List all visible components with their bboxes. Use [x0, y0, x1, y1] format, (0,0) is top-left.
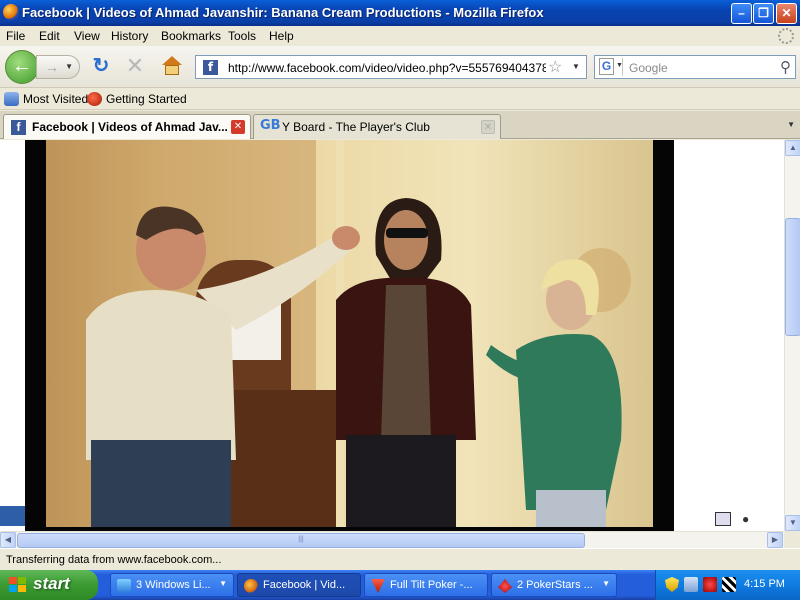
start-label: start [33, 574, 70, 593]
history-dropdown-icon[interactable]: ▼ [65, 56, 73, 78]
chevron-down-icon: ▼ [219, 579, 227, 588]
tab-close-icon[interactable]: ✕ [481, 120, 495, 134]
stop-button[interactable]: ✕ [123, 55, 147, 79]
folder-icon [4, 92, 19, 106]
site-favicon-icon: f [203, 60, 218, 75]
network-icon[interactable] [684, 577, 698, 592]
antivirus-icon[interactable] [703, 577, 717, 592]
security-shield-icon[interactable] [665, 577, 679, 592]
page-content: ● [0, 140, 784, 531]
tray-app-icon[interactable] [722, 577, 736, 592]
maximize-button[interactable]: ❐ [753, 3, 774, 24]
clock[interactable]: 4:15 PM [744, 578, 785, 590]
tab-facebook[interactable]: f Facebook | Videos of Ahmad Jav... ✕ [3, 114, 251, 139]
status-bar: Transferring data from www.facebook.com.… [0, 548, 800, 570]
video-scene-drawing [46, 140, 631, 527]
bookmarks-toolbar: Most Visited Getting Started [0, 88, 800, 110]
taskbar-item-windows-live[interactable]: 3 Windows Li... ▼ [110, 573, 234, 597]
firefox-bookmark-icon [87, 92, 102, 106]
tab-label: Facebook | Videos of Ahmad Jav... [32, 120, 228, 134]
pokerstars-icon [498, 579, 512, 593]
maximize-icon: ❐ [758, 6, 769, 20]
menu-tools[interactable]: Tools [228, 29, 256, 43]
menu-bookmarks[interactable]: Bookmarks [161, 29, 221, 43]
firefox-window: Facebook | Videos of Ahmad Javanshir: Ba… [0, 0, 800, 600]
scrollbar-corner [784, 531, 800, 548]
menu-bar: File Edit View History Bookmarks Tools H… [0, 26, 800, 46]
page-edge-element [0, 506, 25, 526]
video-frame-image [46, 140, 653, 527]
tab-strip: f Facebook | Videos of Ahmad Jav... ✕ GB… [0, 111, 800, 139]
scroll-down-icon[interactable]: ▼ [785, 515, 800, 531]
horizontal-scroll-thumb[interactable]: ||| [17, 533, 585, 548]
taskbar-item-pokerstars[interactable]: 2 PokerStars ... ▼ [491, 573, 617, 597]
full-tilt-icon [371, 579, 385, 593]
title-bar[interactable]: Facebook | Videos of Ahmad Javanshir: Ba… [0, 0, 800, 26]
search-bar[interactable]: G ▼ Google ⚲ [594, 55, 796, 79]
stop-icon: ✕ [125, 53, 145, 78]
search-input[interactable]: Google [629, 61, 668, 75]
taskbar-item-full-tilt[interactable]: Full Tilt Poker -... [364, 573, 488, 597]
window-title: Facebook | Videos of Ahmad Javanshir: Ba… [22, 5, 544, 20]
reload-icon: ↻ [92, 55, 110, 77]
menu-view[interactable]: View [74, 29, 100, 43]
windows-flag-icon [9, 577, 27, 593]
horizontal-scrollbar[interactable]: ◀ ||| ▶ [0, 531, 784, 548]
search-icon[interactable]: ⚲ [780, 58, 791, 76]
reload-button[interactable]: ↻ [89, 55, 113, 79]
search-engine-selector[interactable]: G ▼ [597, 58, 623, 76]
vertical-scroll-thumb[interactable] [785, 218, 800, 336]
google-icon: G [599, 58, 614, 75]
vertical-scrollbar[interactable]: ▲ ▼ [784, 140, 800, 531]
taskbar: start 3 Windows Li... ▼ Facebook | Vid..… [0, 570, 800, 600]
windows-live-icon [117, 579, 131, 593]
bookmark-getting-started[interactable]: Getting Started [87, 92, 187, 106]
minimize-button[interactable]: – [731, 3, 752, 24]
system-tray: 4:15 PM [655, 570, 800, 600]
url-bar[interactable]: f http://www.facebook.com/video/video.ph… [195, 55, 587, 79]
chevron-down-icon: ▼ [616, 62, 623, 69]
close-button[interactable]: ✕ [776, 3, 797, 24]
scroll-left-icon[interactable]: ◀ [0, 532, 16, 548]
start-button[interactable]: start [0, 570, 98, 600]
home-button[interactable] [160, 56, 184, 78]
bookmark-most-visited[interactable]: Most Visited [4, 92, 88, 106]
tab-label: Y Board - The Player's Club [282, 120, 430, 134]
url-input[interactable]: http://www.facebook.com/video/video.php?… [228, 61, 546, 75]
menu-help[interactable]: Help [269, 29, 294, 43]
video-player[interactable] [25, 140, 674, 531]
gb-icon: GB [260, 118, 281, 133]
back-arrow-icon: ← [12, 55, 32, 77]
url-dropdown-icon[interactable]: ▼ [572, 62, 580, 71]
forward-arrow-icon: → [45, 59, 59, 75]
firefox-icon [244, 579, 258, 593]
firefox-icon [3, 4, 19, 20]
bookmark-star-icon[interactable]: ☆ [548, 57, 562, 77]
close-icon: ✕ [781, 6, 792, 20]
navigation-toolbar: ← → ▼ ↻ ✕ f http://www.facebook.com/video… [0, 46, 800, 88]
minimize-icon: – [738, 6, 745, 20]
facebook-icon: f [11, 120, 26, 135]
list-all-tabs-icon[interactable]: ▼ [787, 120, 795, 129]
tab-y-board[interactable]: GB Y Board - The Player's Club ✕ [253, 114, 501, 139]
status-text: Transferring data from www.facebook.com.… [6, 554, 222, 566]
user-status-icon[interactable]: ● [742, 512, 762, 526]
scroll-right-icon[interactable]: ▶ [767, 532, 783, 548]
menu-edit[interactable]: Edit [39, 29, 60, 43]
scroll-up-icon[interactable]: ▲ [785, 140, 800, 156]
back-button[interactable]: ← [5, 50, 39, 84]
tab-close-icon[interactable]: ✕ [231, 120, 245, 134]
menu-history[interactable]: History [111, 29, 148, 43]
throbber-icon [778, 28, 794, 44]
monitor-icon[interactable] [715, 512, 731, 526]
chevron-down-icon: ▼ [602, 579, 610, 588]
home-icon [162, 56, 182, 65]
menu-file[interactable]: File [6, 29, 25, 43]
forward-button[interactable]: → ▼ [36, 55, 80, 79]
taskbar-item-facebook[interactable]: Facebook | Vid... [237, 573, 361, 597]
